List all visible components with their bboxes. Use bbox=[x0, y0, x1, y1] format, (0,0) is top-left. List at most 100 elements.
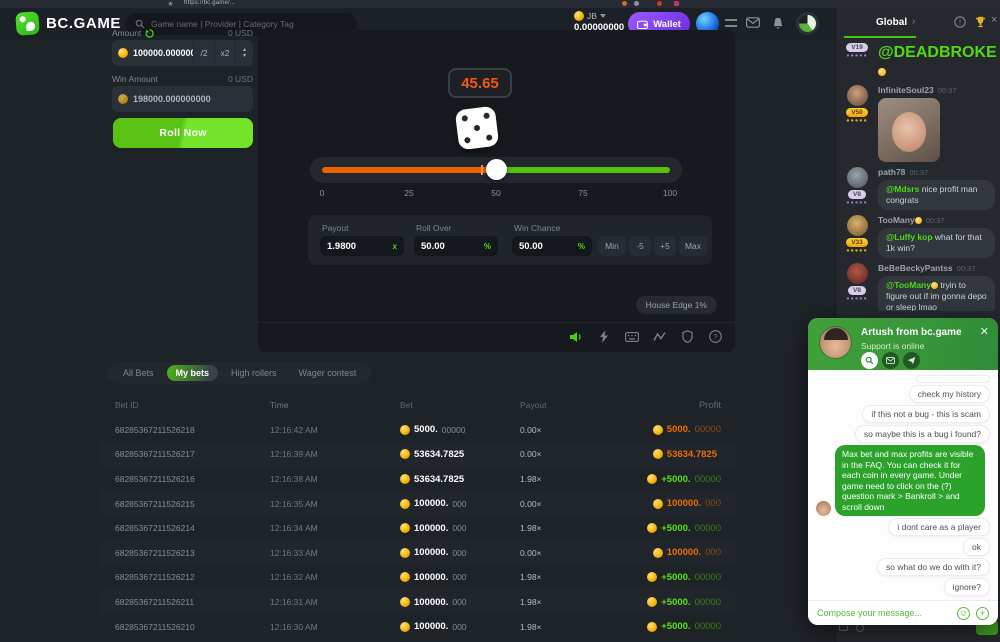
roll-over-input[interactable]: 50.00 % bbox=[414, 236, 498, 256]
support-email-button[interactable] bbox=[882, 352, 899, 369]
table-row[interactable]: 68285367211526215 12:16:35 AM 100000.000… bbox=[100, 491, 735, 516]
mention[interactable]: @Mdsrs bbox=[886, 184, 919, 194]
roll-over-unit: % bbox=[484, 242, 491, 251]
min-button[interactable]: Min bbox=[598, 236, 626, 256]
sound-icon[interactable] bbox=[568, 329, 583, 344]
fairness-shield-icon[interactable] bbox=[680, 329, 695, 344]
coin-icon bbox=[400, 499, 410, 509]
support-agent-avatar bbox=[819, 326, 852, 359]
table-row[interactable]: 68285367211526218 12:16:42 AM 5000.00000… bbox=[100, 418, 735, 443]
avatar[interactable] bbox=[847, 167, 868, 188]
roll-result-display: 45.65 bbox=[448, 68, 512, 98]
amount-usd-value: 0 USD bbox=[228, 28, 253, 38]
slider-track[interactable] bbox=[322, 167, 670, 173]
username[interactable]: path78 bbox=[878, 167, 905, 177]
coin-icon bbox=[647, 523, 657, 533]
plus-5-button[interactable]: +5 bbox=[654, 236, 676, 256]
table-row[interactable]: 68285367211526217 12:16:39 AM 53634.7825… bbox=[100, 442, 735, 467]
col-profit: Profit bbox=[630, 400, 735, 411]
support-agent-avatar bbox=[816, 501, 831, 516]
chat-toggle-avatar-icon[interactable] bbox=[796, 12, 819, 35]
avatar[interactable] bbox=[847, 85, 868, 106]
close-chat-icon[interactable]: × bbox=[991, 14, 997, 26]
avatar[interactable] bbox=[847, 215, 868, 236]
turbo-lightning-icon[interactable] bbox=[596, 329, 611, 344]
coin-icon bbox=[118, 94, 128, 104]
max-button[interactable]: Max bbox=[679, 236, 707, 256]
tick-label: 0 bbox=[320, 188, 325, 198]
support-chat-window: Artush from bc.game Support is online ✕ … bbox=[808, 318, 998, 625]
wallet-label: Wallet bbox=[653, 19, 681, 30]
smiley-emoji-icon[interactable]: ☺ bbox=[957, 607, 970, 620]
coin-icon bbox=[400, 449, 410, 459]
screenshot-attachment[interactable] bbox=[916, 375, 990, 383]
extension-icon[interactable] bbox=[622, 1, 627, 6]
close-support-icon[interactable]: ✕ bbox=[980, 325, 989, 338]
slider-handle[interactable] bbox=[486, 159, 507, 180]
chat-room-title[interactable]: Global bbox=[876, 17, 907, 28]
tab-all-bets[interactable]: All Bets bbox=[114, 365, 163, 381]
currency-switch-icon[interactable] bbox=[145, 29, 154, 38]
support-message-input[interactable]: Compose your message... bbox=[817, 608, 951, 618]
tab-my-bets[interactable]: My bets bbox=[167, 365, 219, 381]
chat-message[interactable]: V8 ●●●●● path7800:37 @Mdsrs nice profit … bbox=[842, 167, 995, 210]
win-chance-input[interactable]: 50.00 % bbox=[512, 236, 592, 256]
win-amount-field[interactable]: 198000.000000000 bbox=[112, 86, 253, 112]
laughing-face-emoji bbox=[878, 68, 886, 76]
extension-icon[interactable] bbox=[674, 1, 679, 6]
notifications-bell-icon[interactable] bbox=[772, 17, 784, 30]
attach-plus-icon[interactable]: + bbox=[976, 607, 989, 620]
table-row[interactable]: 68285367211526212 12:16:32 AM 100000.000… bbox=[100, 565, 735, 590]
stats-trend-icon[interactable] bbox=[652, 329, 667, 344]
bookmark-star-icon[interactable] bbox=[168, 1, 173, 6]
win-amount-usd-value: 0 USD bbox=[228, 74, 253, 84]
win-chance-unit: % bbox=[578, 242, 585, 251]
roll-over-slider[interactable] bbox=[310, 157, 682, 183]
help-icon[interactable]: ? bbox=[708, 329, 723, 344]
mention[interactable]: @Luffy kop bbox=[886, 232, 933, 242]
table-row[interactable]: 68285367211526210 12:16:30 AM 100000.000… bbox=[100, 614, 735, 639]
table-row[interactable]: 68285367211526216 12:16:38 AM 53634.7825… bbox=[100, 467, 735, 492]
username[interactable]: InfiniteSoul23 bbox=[878, 85, 934, 95]
username[interactable]: TooMany bbox=[878, 215, 915, 225]
chat-message[interactable]: V8 ●●●●● BeBeBeckyPantss00:37 @TooMany t… bbox=[842, 263, 995, 311]
coin-icon bbox=[400, 523, 410, 533]
chat-message[interactable]: V50 ●●●●● InfiniteSoul2300:37 bbox=[842, 85, 995, 162]
col-payout: Payout bbox=[520, 400, 630, 410]
bet-amount-stepper[interactable]: ▴▾ bbox=[235, 40, 253, 66]
hotkeys-keyboard-icon[interactable] bbox=[624, 329, 639, 344]
vip-progress-icon[interactable] bbox=[725, 19, 737, 27]
support-telegram-button[interactable] bbox=[903, 352, 920, 369]
double-bet-button[interactable]: x2 bbox=[214, 40, 235, 66]
support-header: Artush from bc.game Support is online ✕ bbox=[808, 318, 998, 370]
support-search-button[interactable] bbox=[861, 352, 878, 369]
trophy-icon[interactable] bbox=[974, 16, 987, 28]
payout-input[interactable]: 1.9800 x bbox=[320, 236, 404, 256]
crying-baby-photo[interactable] bbox=[878, 98, 940, 162]
username[interactable]: BeBeBeckyPantss bbox=[878, 263, 953, 273]
mention[interactable]: @DEADBROKE bbox=[878, 44, 997, 61]
minus-5-button[interactable]: -5 bbox=[629, 236, 651, 256]
half-bet-button[interactable]: /2 bbox=[193, 40, 214, 66]
address-bar-url[interactable]: https://bc.game/... bbox=[184, 0, 236, 6]
tab-high-rollers[interactable]: High rollers bbox=[222, 365, 286, 381]
bet-amount-input[interactable]: 100000.00000000 /2 x2 ▴▾ bbox=[112, 40, 253, 66]
keyboard-icon[interactable] bbox=[839, 624, 848, 631]
chat-message[interactable]: V19 ●●●●● @DEADBROKE bbox=[842, 43, 995, 80]
table-row[interactable]: 68285367211526213 12:16:33 AM 100000.000… bbox=[100, 541, 735, 566]
chat-message[interactable]: V33 ●●●●● TooMany00:37 @Luffy kop what f… bbox=[842, 215, 995, 258]
roll-now-button[interactable]: Roll Now bbox=[113, 118, 253, 148]
mail-icon[interactable] bbox=[746, 17, 760, 28]
user-message-bubble: ignore? bbox=[944, 578, 990, 596]
tab-wager-contest[interactable]: Wager contest bbox=[290, 365, 366, 381]
chevron-right-icon[interactable]: › bbox=[912, 16, 915, 27]
mention[interactable]: @TooMany bbox=[886, 280, 931, 290]
avatar[interactable] bbox=[847, 263, 868, 284]
table-row[interactable]: 68285367211526211 12:16:31 AM 100000.000… bbox=[100, 590, 735, 615]
extension-icon[interactable] bbox=[634, 1, 639, 6]
chat-rules-info-icon[interactable]: ! bbox=[954, 16, 966, 28]
bc-game-logo[interactable]: BC.GAME bbox=[16, 12, 121, 35]
win-chance-value: 50.00 bbox=[519, 241, 543, 252]
table-row[interactable]: 68285367211526214 12:16:34 AM 100000.000… bbox=[100, 516, 735, 541]
extension-icon[interactable] bbox=[657, 1, 662, 6]
